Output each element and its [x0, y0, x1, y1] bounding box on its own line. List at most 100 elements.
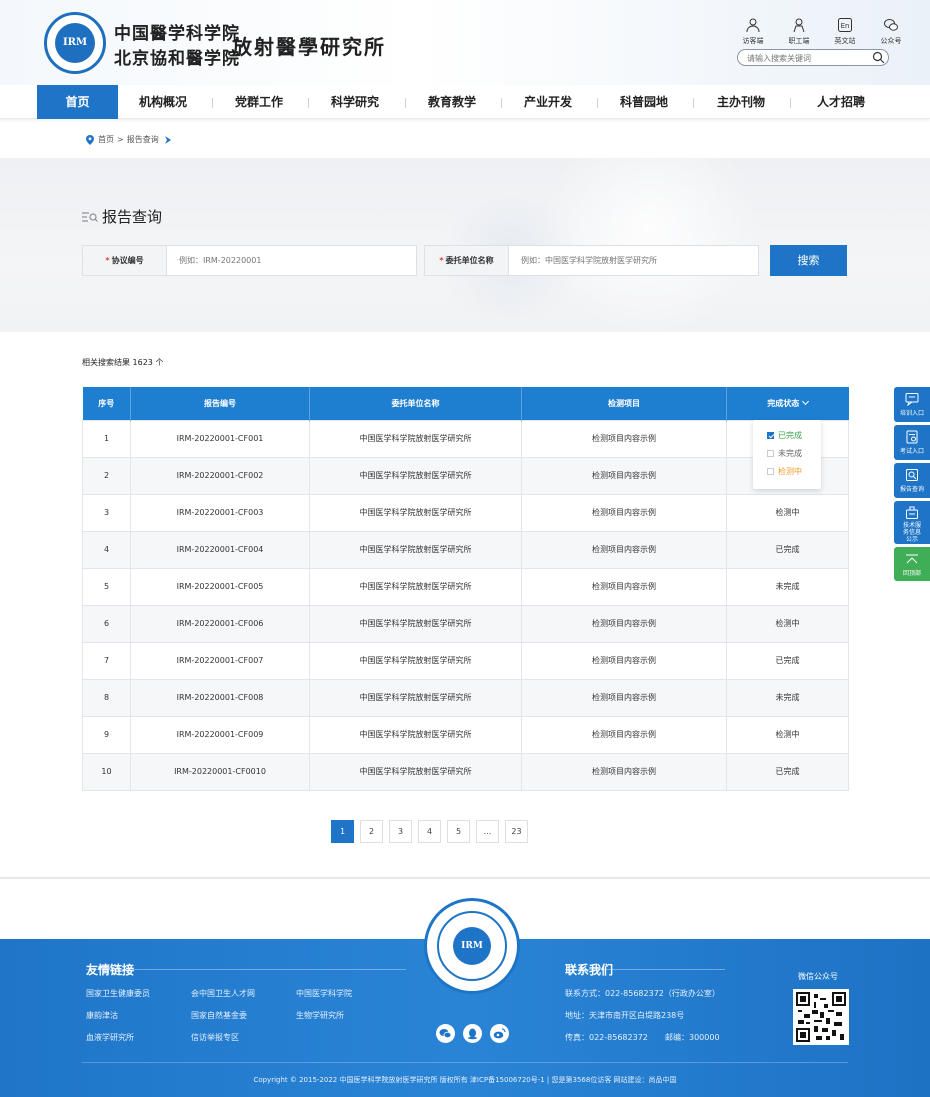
cell-status: 未完成 [726, 678, 849, 717]
cell-test-item: 检测项目内容示例 [521, 715, 727, 754]
page-button[interactable]: 2 [360, 820, 383, 843]
visitor-link[interactable]: 访客端 [730, 17, 776, 46]
search-button[interactable]: 搜索 [770, 245, 847, 276]
logo-text-line2: 北京協和醫学院 [114, 49, 240, 69]
agreement-no-input[interactable] [179, 246, 409, 275]
friend-link[interactable]: 康韵津沽 [86, 1010, 118, 1021]
english-link[interactable]: En 英文站 [822, 17, 868, 46]
cell-client-org: 中国医学科学院放射医学研究所 [309, 604, 522, 643]
breadcrumb-home[interactable]: 首页 [98, 134, 114, 145]
back-to-top-button[interactable]: 回顶部 [894, 547, 930, 581]
nav-divider [501, 98, 502, 108]
col-header-status[interactable]: 完成状态 [726, 387, 849, 420]
list-search-icon [82, 211, 98, 222]
friend-link[interactable]: 血液学研究所 [86, 1032, 134, 1043]
table-row[interactable]: 8 IRM-20220001-CF008 中国医学科学院放射医学研究所 检测项目内容示… [82, 678, 849, 717]
pagination: ‹ 1 2 3 4 5 ... 23 › [331, 820, 534, 928]
table-row[interactable]: 2 IRM-20220001-CF002 中国医学科学院放射医学研究所 检测项目内容示… [82, 456, 849, 495]
side-exam-entry[interactable]: 考试入口 [894, 425, 930, 460]
cell-client-org: 中国医学科学院放射医学研究所 [309, 641, 522, 680]
wechat-icon [884, 19, 898, 31]
status-filter-option-label: 未完成 [778, 449, 802, 458]
cell-status: 检测中 [726, 715, 849, 754]
friend-link[interactable]: 生物学研究所 [296, 1010, 344, 1021]
friend-link[interactable]: 会中国卫生人才网 [191, 988, 255, 999]
side-label: 回顶部 [902, 570, 921, 577]
agreement-no-field: * 协议编号 [82, 245, 417, 276]
weibo-social-button[interactable] [490, 1024, 509, 1043]
status-filter-option[interactable]: 已完成 [767, 430, 802, 441]
friend-link[interactable]: 国家自然基金委 [191, 1010, 247, 1021]
cell-status: 未完成 [726, 567, 849, 606]
logo-text-line1: 中国醫学科学院 [114, 24, 240, 44]
staff-link[interactable]: 职工端 [776, 17, 822, 46]
nav-item-industry[interactable]: 产业开发 [513, 85, 583, 119]
checkbox[interactable] [767, 450, 774, 457]
side-tech-service[interactable]: 技术服务信息公示 [894, 501, 930, 544]
cell-report-code: IRM-20220001-CF007 [130, 641, 310, 680]
client-org-label: * 委托单位名称 [425, 246, 509, 275]
cell-client-org: 中国医学科学院放射医学研究所 [309, 752, 522, 791]
cell-no: 4 [82, 530, 131, 569]
side-report-query[interactable]: 报告查询 [894, 463, 930, 498]
checkbox[interactable] [767, 468, 774, 475]
table-row[interactable]: 1 IRM-20220001-CF001 中国医学科学院放射医学研究所 检测项目内容示… [82, 419, 849, 458]
cell-client-org: 中国医学科学院放射医学研究所 [309, 493, 522, 532]
nav-item-about[interactable]: 机构概况 [128, 85, 198, 119]
page-button[interactable]: 4 [418, 820, 441, 843]
qq-social-button[interactable] [463, 1024, 482, 1043]
english-label: 英文站 [834, 37, 856, 45]
status-filter-option-label: 已完成 [778, 431, 802, 440]
nav-item-research[interactable]: 科学研究 [320, 85, 390, 119]
main-nav: 首页 机构概况 党群工作 科学研究 教育教学 产业开发 科普园地 主办刊物 人才… [0, 85, 930, 119]
side-training-entry[interactable]: 培训入口 [894, 387, 930, 422]
table-row[interactable]: 4 IRM-20220001-CF004 中国医学科学院放射医学研究所 检测项目内容示… [82, 530, 849, 569]
site-search-input[interactable] [747, 52, 867, 64]
status-filter-option[interactable]: 检测中 [767, 466, 802, 477]
col-header-code: 报告编号 [130, 387, 310, 420]
page-button[interactable]: 5 [447, 820, 470, 843]
nav-item-home[interactable]: 首页 [37, 85, 118, 119]
cell-report-code: IRM-20220001-CF009 [130, 715, 310, 754]
friend-link[interactable]: 国家卫生健康委员 [86, 988, 150, 999]
report-table: 序号 报告编号 委托单位名称 检测项目 完成状态 1 IRM-20220001-C… [82, 387, 849, 791]
cell-test-item: 检测项目内容示例 [521, 567, 727, 606]
back-top-icon [906, 554, 918, 564]
wechat-qr-code [793, 989, 849, 1045]
page-button[interactable]: 1 [331, 820, 354, 843]
nav-item-science[interactable]: 科普园地 [609, 85, 679, 119]
nav-item-jobs[interactable]: 人才招聘 [806, 85, 876, 119]
agreement-no-label-text: 协议编号 [111, 256, 144, 265]
english-icon: En [838, 18, 852, 32]
nav-item-party[interactable]: 党群工作 [224, 85, 294, 119]
svg-text:En: En [841, 22, 850, 30]
table-row[interactable]: 10 IRM-20220001-CF0010 中国医学科学院放射医学研究所 检测项目内… [82, 752, 849, 791]
friend-link[interactable]: 中国医学科学院 [296, 988, 352, 999]
required-mark: * [439, 256, 444, 265]
page-button[interactable]: 23 [505, 820, 528, 843]
table-row[interactable]: 6 IRM-20220001-CF006 中国医学科学院放射医学研究所 检测项目内容示… [82, 604, 849, 643]
status-filter-option[interactable]: 未完成 [767, 448, 802, 459]
institute-logo[interactable]: IRM [44, 12, 106, 74]
col-header-item: 检测项目 [521, 387, 727, 420]
qq-icon [468, 1028, 477, 1040]
checkbox[interactable] [767, 432, 774, 439]
cell-no: 10 [82, 752, 131, 791]
wechat-link[interactable]: 公众号 [868, 17, 914, 46]
table-row[interactable]: 3 IRM-20220001-CF003 中国医学科学院放射医学研究所 检测项目内容示… [82, 493, 849, 532]
wechat-social-button[interactable] [436, 1024, 455, 1043]
cell-client-org: 中国医学科学院放射医学研究所 [309, 678, 522, 717]
friend-link[interactable]: 信访举报专区 [191, 1032, 239, 1043]
client-org-input[interactable] [521, 246, 751, 275]
table-row[interactable]: 5 IRM-20220001-CF005 中国医学科学院放射医学研究所 检测项目内容示… [82, 567, 849, 606]
visitor-icon [746, 18, 760, 33]
client-org-field: * 委托单位名称 [424, 245, 759, 276]
side-label: 技术服务信息公示 [902, 522, 921, 543]
table-row[interactable]: 9 IRM-20220001-CF009 中国医学科学院放射医学研究所 检测项目内容示… [82, 715, 849, 754]
nav-item-journals[interactable]: 主办刊物 [706, 85, 776, 119]
table-row[interactable]: 7 IRM-20220001-CF007 中国医学科学院放射医学研究所 检测项目内容示… [82, 641, 849, 680]
page-button[interactable]: 3 [389, 820, 412, 843]
nav-item-education[interactable]: 教育教学 [417, 85, 487, 119]
search-icon[interactable] [872, 51, 885, 64]
status-filter-option-label: 检测中 [778, 467, 802, 476]
